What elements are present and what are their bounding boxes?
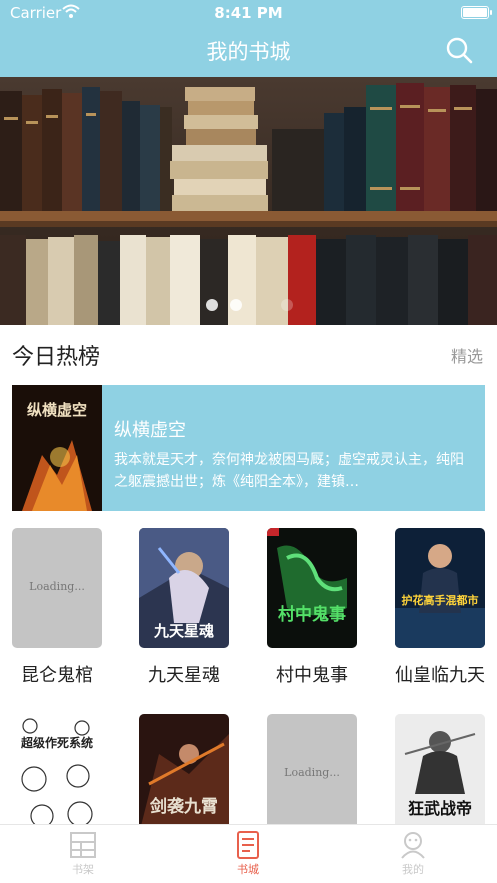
top-bar: Carrier 8:41 PM 我的书城 bbox=[0, 0, 497, 77]
book-item[interactable]: Loading... 昆仑鬼棺 bbox=[12, 528, 102, 688]
loading-placeholder: Loading... bbox=[284, 766, 340, 779]
book-item[interactable]: 剑袭九霄 bbox=[139, 714, 229, 824]
book-item[interactable]: Loading... bbox=[267, 714, 357, 824]
page-title: 我的书城 bbox=[206, 40, 291, 64]
book-title[interactable]: 村中鬼事 bbox=[258, 664, 366, 688]
bookshelf-icon bbox=[70, 832, 96, 858]
search-icon[interactable] bbox=[445, 36, 473, 64]
loading-placeholder: Loading... bbox=[29, 580, 85, 593]
cover-title: 狂武战帝 bbox=[408, 799, 472, 818]
tab-bar: 书架 书城 我的 bbox=[0, 824, 497, 883]
banner-carousel[interactable] bbox=[0, 77, 497, 325]
featured-book-card[interactable]: 纵横虚空 纵横虚空 我本就是天才，奈何神龙被困马厩；虚空戒灵认主，纯阳之躯震撼出… bbox=[12, 385, 485, 511]
tab-label: 书城 bbox=[237, 863, 259, 876]
featured-cover-title: 纵横虚空 bbox=[27, 401, 87, 419]
cover-title: 九天星魂 bbox=[153, 622, 214, 640]
book-cover[interactable]: 九天星魂 bbox=[139, 528, 229, 648]
tab-label: 书架 bbox=[72, 863, 94, 876]
cover-title: 剑袭九霄 bbox=[149, 796, 218, 817]
book-item[interactable]: 九天星魂 九天星魂 bbox=[139, 528, 229, 688]
carousel-indicator bbox=[0, 299, 497, 313]
status-time: 8:41 PM bbox=[214, 4, 283, 22]
tab-label: 我的 bbox=[402, 863, 424, 876]
book-cover[interactable]: 剑袭九霄 bbox=[139, 714, 229, 824]
book-title[interactable]: 九天星魂 bbox=[130, 664, 238, 688]
book-item[interactable]: 护花高手混都市 仙皇临九天 bbox=[395, 528, 485, 688]
featured-link[interactable]: 精选 bbox=[451, 343, 483, 367]
profile-icon bbox=[401, 832, 425, 859]
battery-icon bbox=[461, 6, 492, 19]
book-cover[interactable]: 狂武战帝 bbox=[395, 714, 485, 824]
tab-bookshelf[interactable]: 书架 bbox=[43, 829, 123, 877]
carousel-dot-2[interactable] bbox=[230, 299, 242, 311]
bookshelf-banner-image bbox=[0, 77, 497, 325]
book-cover[interactable]: 村中鬼事 bbox=[267, 528, 357, 648]
featured-book-title: 纵横虚空 bbox=[114, 420, 186, 441]
featured-book-description: 我本就是天才，奈何神龙被困马厩；虚空戒灵认主，纯阳之躯震撼出世；炼《纯阳全本》，… bbox=[114, 452, 464, 490]
bookstore-icon bbox=[237, 831, 259, 859]
book-cover[interactable]: 护花高手混都市 bbox=[395, 528, 485, 648]
book-item[interactable]: 狂武战帝 bbox=[395, 714, 485, 824]
book-grid: Loading... 昆仑鬼棺 九天星魂 九天星魂 村中鬼事 村中鬼事 护花高手… bbox=[0, 528, 497, 824]
book-item[interactable]: 村中鬼事 村中鬼事 bbox=[267, 528, 357, 688]
cover-title: 村中鬼事 bbox=[278, 604, 346, 625]
carousel-dot-1[interactable] bbox=[206, 299, 218, 311]
tab-profile[interactable]: 我的 bbox=[373, 829, 453, 877]
book-item[interactable]: 超级作死系统 bbox=[12, 714, 102, 824]
hot-list-title: 今日热榜 bbox=[12, 345, 101, 370]
book-cover[interactable]: Loading... bbox=[12, 528, 102, 648]
book-title[interactable]: 昆仑鬼棺 bbox=[3, 664, 111, 688]
status-bar: Carrier 8:41 PM bbox=[0, 0, 497, 24]
cover-title: 超级作死系统 bbox=[20, 735, 93, 750]
book-cover[interactable]: 超级作死系统 bbox=[12, 714, 102, 824]
book-cover[interactable]: Loading... bbox=[267, 714, 357, 824]
carousel-dot-3[interactable] bbox=[281, 299, 293, 311]
book-title[interactable]: 仙皇临九天 bbox=[386, 664, 494, 688]
cover-title: 护花高手混都市 bbox=[402, 593, 479, 607]
tab-bookstore[interactable]: 书城 bbox=[208, 829, 288, 877]
featured-book-cover[interactable]: 纵横虚空 bbox=[12, 385, 102, 511]
